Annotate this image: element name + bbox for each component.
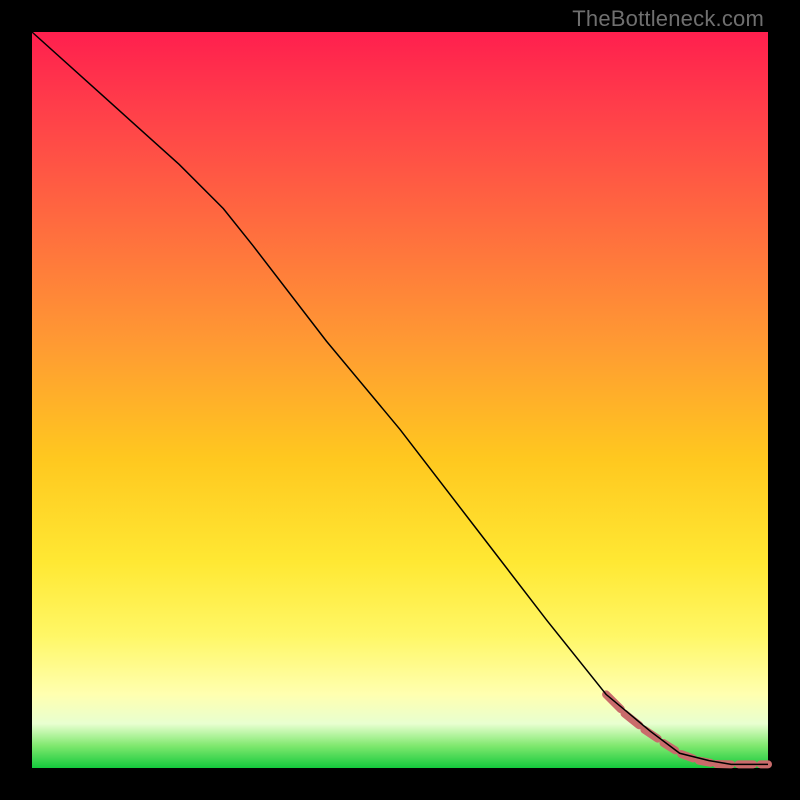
dash-overlay — [606, 694, 768, 764]
watermark-label: TheBottleneck.com — [572, 6, 764, 32]
chart-overlay — [32, 32, 768, 768]
data-curve — [32, 32, 768, 764]
chart-root: TheBottleneck.com — [0, 0, 800, 800]
